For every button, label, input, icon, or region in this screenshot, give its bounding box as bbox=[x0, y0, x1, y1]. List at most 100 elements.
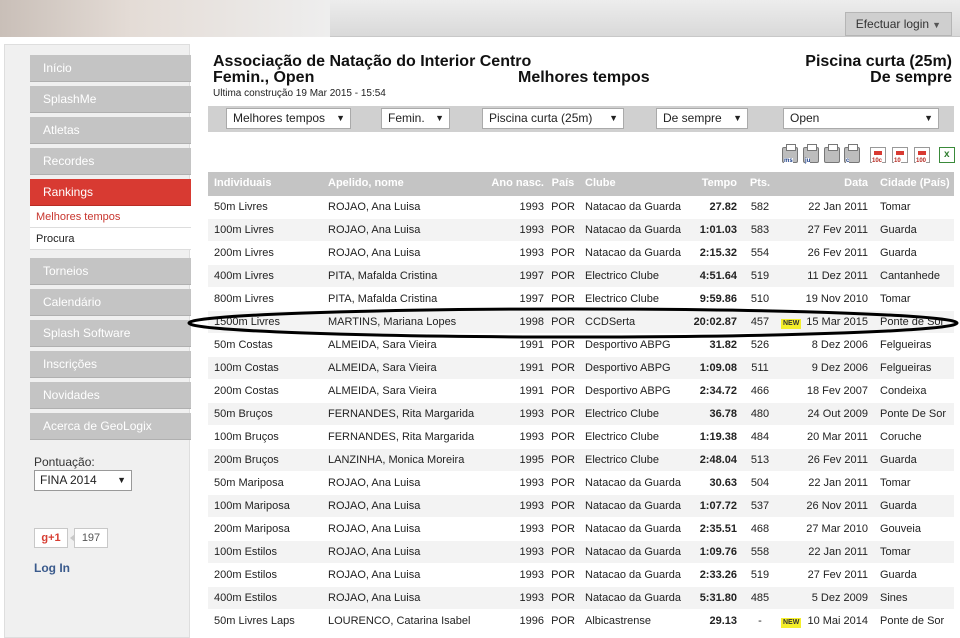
sidebar-item-rankings[interactable]: Rankings bbox=[30, 179, 191, 206]
cell-name[interactable]: ALMEIDA, Sara Vieira bbox=[328, 380, 478, 403]
cell-time[interactable]: 1:01.03 bbox=[689, 219, 737, 242]
pdf-10-icon[interactable]: 10 bbox=[892, 147, 908, 164]
col-points[interactable]: Pts. bbox=[742, 172, 778, 196]
cell-club[interactable]: Desportivo ABPG bbox=[585, 380, 689, 403]
cell-time[interactable]: 2:35.51 bbox=[689, 518, 737, 541]
cell-name[interactable]: LANZINHA, Monica Moreira bbox=[328, 449, 478, 472]
pdf-100-icon[interactable]: 100 bbox=[914, 147, 930, 164]
cell-time[interactable]: 30.63 bbox=[689, 472, 737, 495]
cell-name[interactable]: PITA, Mafalda Cristina bbox=[328, 265, 478, 288]
login-dropdown-button[interactable]: Efectuar login ▼ bbox=[844, 12, 952, 36]
cell-club[interactable]: CCDSerta bbox=[585, 311, 689, 334]
cell-club[interactable]: Natacao da Guarda bbox=[585, 564, 689, 587]
cell-club[interactable]: Desportivo ABPG bbox=[585, 334, 689, 357]
cell-club[interactable]: Natacao da Guarda bbox=[585, 518, 689, 541]
cell-club[interactable]: Electrico Clube bbox=[585, 265, 689, 288]
col-date[interactable]: Data bbox=[804, 172, 868, 196]
cell-time[interactable]: 2:33.26 bbox=[689, 564, 737, 587]
cell-time[interactable]: 20:02.87 bbox=[689, 311, 737, 334]
printer-icon[interactable] bbox=[824, 144, 840, 163]
printer-c-icon[interactable]: c bbox=[844, 144, 860, 164]
cell-name[interactable]: LOURENCO, Catarina Isabel bbox=[328, 610, 478, 633]
google-plus-button[interactable]: g+1 bbox=[34, 528, 68, 548]
course-select[interactable]: Piscina curta (25m) ▼ bbox=[482, 108, 624, 129]
cell-event: 50m Costas bbox=[214, 339, 273, 351]
cell-club[interactable]: Electrico Clube bbox=[585, 449, 689, 472]
cell-club[interactable]: Natacao da Guarda bbox=[585, 219, 689, 242]
gender-select[interactable]: Femin. ▼ bbox=[381, 108, 450, 129]
sidebar-item-calendario[interactable]: Calendário bbox=[30, 289, 191, 316]
cell-time[interactable]: 1:07.72 bbox=[689, 495, 737, 518]
sidebar-item-novidades[interactable]: Novidades bbox=[30, 382, 191, 409]
sidebar-item-acerca[interactable]: Acerca de GeoLogix bbox=[30, 413, 191, 440]
cell-name[interactable]: ROJAO, Ana Luisa bbox=[328, 564, 478, 587]
cell-club[interactable]: Electrico Clube bbox=[585, 403, 689, 426]
sidebar-item-splash-software[interactable]: Splash Software bbox=[30, 320, 191, 347]
cell-club[interactable]: Natacao da Guarda bbox=[585, 587, 689, 610]
sidebar-item-splashme[interactable]: SplashMe bbox=[30, 86, 191, 113]
col-time[interactable]: Tempo bbox=[689, 172, 737, 196]
cell-time[interactable]: 1:09.76 bbox=[689, 541, 737, 564]
pdf-10c-icon[interactable]: 10c bbox=[870, 147, 886, 164]
cell-name[interactable]: PITA, Mafalda Cristina bbox=[328, 288, 478, 311]
cell-name[interactable]: ALMEIDA, Sara Vieira bbox=[328, 334, 478, 357]
col-city[interactable]: Cidade (País) bbox=[880, 172, 954, 196]
cell-name[interactable]: MARTINS, Mariana Lopes bbox=[328, 311, 478, 334]
cell-club[interactable]: Natacao da Guarda bbox=[585, 541, 689, 564]
cell-club[interactable]: Natacao da Guarda bbox=[585, 472, 689, 495]
cell-club[interactable]: Desportivo ABPG bbox=[585, 357, 689, 380]
cell-date: 18 Fev 2007 bbox=[806, 385, 868, 397]
sidebar-item-inicio[interactable]: Início bbox=[30, 55, 191, 82]
cell-time[interactable]: 2:15.32 bbox=[689, 242, 737, 265]
excel-icon[interactable] bbox=[939, 147, 955, 163]
col-year[interactable]: Ano nasc. bbox=[478, 172, 544, 196]
cell-club[interactable]: Natacao da Guarda bbox=[585, 242, 689, 265]
cell-club[interactable]: Electrico Clube bbox=[585, 426, 689, 449]
cell-time[interactable]: 29.13 bbox=[689, 610, 737, 633]
sidebar-item-recordes[interactable]: Recordes bbox=[30, 148, 191, 175]
cell-name[interactable]: ROJAO, Ana Luisa bbox=[328, 495, 478, 518]
col-name[interactable]: Apelido, nome bbox=[328, 172, 478, 196]
cell-name[interactable]: ROJAO, Ana Luisa bbox=[328, 242, 478, 265]
age-select[interactable]: Open ▼ bbox=[783, 108, 939, 129]
cell-name[interactable]: ALMEIDA, Sara Vieira bbox=[328, 357, 478, 380]
cell-name[interactable]: ROJAO, Ana Luisa bbox=[328, 518, 478, 541]
period-select[interactable]: De sempre ▼ bbox=[656, 108, 748, 129]
cell-name[interactable]: ROJAO, Ana Luisa bbox=[328, 587, 478, 610]
table-row: 200m Bruços LANZINHA, Monica Moreira 1995 P… bbox=[208, 449, 954, 472]
col-club[interactable]: Clube bbox=[585, 172, 689, 196]
sidebar-subitem-melhores-tempos[interactable]: Melhores tempos bbox=[30, 206, 191, 228]
cell-time[interactable]: 1:09.08 bbox=[689, 357, 737, 380]
cell-name[interactable]: ROJAO, Ana Luisa bbox=[328, 219, 478, 242]
type-select[interactable]: Melhores tempos ▼ bbox=[226, 108, 351, 129]
cell-time[interactable]: 5:31.80 bbox=[689, 587, 737, 610]
printer-ms-icon[interactable]: ms bbox=[782, 144, 798, 164]
cell-club[interactable]: Natacao da Guarda bbox=[585, 196, 689, 219]
sidebar-item-torneios[interactable]: Torneios bbox=[30, 258, 191, 285]
cell-name[interactable]: FERNANDES, Rita Margarida bbox=[328, 426, 478, 449]
pontuacao-select[interactable]: FINA 2014 ▼ bbox=[34, 470, 132, 491]
cell-time[interactable]: 36.78 bbox=[689, 403, 737, 426]
cell-time[interactable]: 31.82 bbox=[689, 334, 737, 357]
cell-name[interactable]: FERNANDES, Rita Margarida bbox=[328, 403, 478, 426]
sidebar-item-inscricoes[interactable]: Inscrições bbox=[30, 351, 191, 378]
cell-time[interactable]: 4:51.64 bbox=[689, 265, 737, 288]
col-country[interactable]: País bbox=[546, 172, 580, 196]
cell-name[interactable]: ROJAO, Ana Luisa bbox=[328, 196, 478, 219]
cell-time[interactable]: 2:48.04 bbox=[689, 449, 737, 472]
cell-time[interactable]: 9:59.86 bbox=[689, 288, 737, 311]
cell-time[interactable]: 1:19.38 bbox=[689, 426, 737, 449]
cell-time[interactable]: 27.82 bbox=[689, 196, 737, 219]
sidebar-subitem-procura[interactable]: Procura bbox=[30, 228, 191, 250]
cell-club[interactable]: Natacao da Guarda bbox=[585, 495, 689, 518]
cell-club[interactable]: Electrico Clube bbox=[585, 288, 689, 311]
cell-name[interactable]: ROJAO, Ana Luisa bbox=[328, 472, 478, 495]
cell-name[interactable]: ROJAO, Ana Luisa bbox=[328, 541, 478, 564]
col-event[interactable]: Individuais bbox=[214, 172, 326, 196]
login-link[interactable]: Log In bbox=[34, 561, 70, 575]
sidebar-item-atletas[interactable]: Atletas bbox=[30, 117, 191, 144]
table-row: 200m Livres ROJAO, Ana Luisa 1993 POR Nataca… bbox=[208, 242, 954, 265]
cell-time[interactable]: 2:34.72 bbox=[689, 380, 737, 403]
printer-ju-icon[interactable]: ju bbox=[803, 144, 819, 164]
cell-club[interactable]: Albicastrense bbox=[585, 610, 689, 633]
